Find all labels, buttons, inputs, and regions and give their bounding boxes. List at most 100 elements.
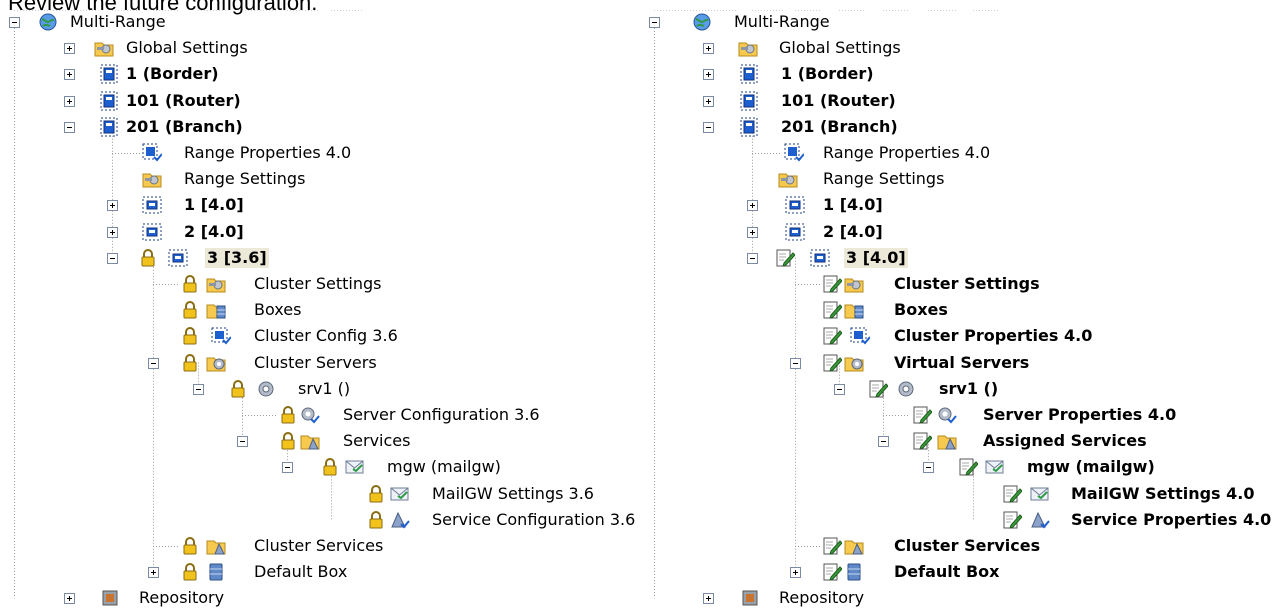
tree-node[interactable]: Boxes <box>892 298 950 322</box>
tree-node[interactable]: Service Configuration 3.6 <box>430 508 637 532</box>
collapse-toggle[interactable] <box>703 121 714 133</box>
expand-toggle[interactable] <box>747 200 758 212</box>
tree-node-label: Services <box>343 431 411 451</box>
tree-node[interactable]: Global Settings <box>777 36 903 60</box>
collapse-toggle[interactable] <box>878 436 889 448</box>
tree-node[interactable]: Default Box <box>252 560 349 584</box>
edit-icon <box>775 248 795 268</box>
tree-node[interactable]: Cluster Config 3.6 <box>252 324 400 348</box>
collapse-toggle[interactable] <box>107 252 118 264</box>
tree-node[interactable]: Repository <box>777 586 866 610</box>
collapse-toggle[interactable] <box>747 252 758 264</box>
tree-node[interactable]: 101 (Router) <box>779 89 898 113</box>
services-folder-icon <box>937 431 957 451</box>
tree-node[interactable]: 1 (Border) <box>779 62 876 86</box>
lock-icon <box>320 457 340 477</box>
tree-node-label: 1 [4.0] <box>823 195 883 215</box>
tree-node[interactable]: Cluster Services <box>892 534 1042 558</box>
tree-node[interactable]: 201 (Branch) <box>124 115 245 139</box>
tree-node[interactable]: Range Properties 4.0 <box>821 141 992 165</box>
tree-node-label: Assigned Services <box>983 431 1147 451</box>
collapse-toggle[interactable] <box>790 357 801 369</box>
tree-node[interactable]: Server Configuration 3.6 <box>341 403 542 427</box>
edit-icon <box>822 536 842 556</box>
tree-node[interactable]: Global Settings <box>124 36 250 60</box>
right-config-tree: Multi-Range Global Settings 1 (Border) 101 … <box>640 10 1286 610</box>
collapse-toggle[interactable] <box>148 357 159 369</box>
tree-node-label: 3 [3.6] <box>205 247 269 268</box>
tree-node[interactable]: mgw (mailgw) <box>385 455 503 479</box>
tree-node[interactable]: Range Settings <box>821 167 946 191</box>
tree-node-label: Default Box <box>894 562 1000 582</box>
tree-node[interactable]: 1 [4.0] <box>182 193 246 217</box>
tree-node-label: mgw (mailgw) <box>387 457 501 477</box>
expand-toggle[interactable] <box>107 226 118 238</box>
tree-node[interactable]: 3 [4.0] <box>844 246 908 270</box>
collapse-toggle[interactable] <box>64 121 75 133</box>
tree-node[interactable]: Cluster Properties 4.0 <box>892 324 1094 348</box>
expand-toggle[interactable] <box>64 43 75 55</box>
tree-node-label: Cluster Properties 4.0 <box>894 326 1093 346</box>
tree-node[interactable]: 1 [4.0] <box>821 193 885 217</box>
tree-node-label: 201 (Branch) <box>126 116 243 136</box>
lock-icon <box>180 536 200 556</box>
tree-node-label: MailGW Settings 3.6 <box>432 483 594 503</box>
tree-node[interactable]: Server Properties 4.0 <box>981 403 1178 427</box>
tree-node[interactable]: MailGW Settings 4.0 <box>1069 482 1256 506</box>
tree-node[interactable]: Boxes <box>252 298 303 322</box>
collapse-toggle[interactable] <box>834 383 845 395</box>
tree-node[interactable]: Repository <box>137 586 226 610</box>
expand-toggle[interactable] <box>703 69 714 81</box>
tree-node-label: Repository <box>779 588 865 608</box>
tree-node[interactable]: 3 [3.6] <box>205 246 269 270</box>
expand-toggle[interactable] <box>747 226 758 238</box>
tree-node[interactable]: Assigned Services <box>981 429 1149 453</box>
expand-toggle[interactable] <box>148 567 159 579</box>
tree-node-label: 1 [4.0] <box>184 195 244 215</box>
tree-node[interactable]: srv1 () <box>937 377 1000 401</box>
tree-node[interactable]: Cluster Settings <box>892 272 1042 296</box>
range-icon <box>99 117 119 137</box>
tree-node-label: Global Settings <box>779 38 901 58</box>
expand-toggle[interactable] <box>790 567 801 579</box>
tree-node[interactable]: Range Settings <box>182 167 307 191</box>
expand-toggle[interactable] <box>703 95 714 107</box>
collapse-toggle[interactable] <box>649 17 660 28</box>
collapse-toggle[interactable] <box>9 17 20 28</box>
collapse-toggle[interactable] <box>282 462 293 474</box>
tree-node[interactable]: Default Box <box>892 560 1002 584</box>
tree-node[interactable]: Multi-Range <box>732 10 832 34</box>
tree-node[interactable]: mgw (mailgw) <box>1025 455 1157 479</box>
expand-toggle[interactable] <box>64 95 75 107</box>
expand-toggle[interactable] <box>64 593 75 605</box>
expand-toggle[interactable] <box>107 200 118 212</box>
tree-node[interactable]: 201 (Branch) <box>779 115 900 139</box>
expand-toggle[interactable] <box>703 593 714 605</box>
tree-node-label: Range Properties 4.0 <box>823 143 991 162</box>
tree-node[interactable]: 2 [4.0] <box>182 220 246 244</box>
tree-node[interactable]: Cluster Servers <box>252 351 379 375</box>
edit-icon <box>822 274 842 294</box>
tree-node[interactable]: 2 [4.0] <box>821 220 885 244</box>
tree-node-label: 2 [4.0] <box>823 221 883 241</box>
collapse-toggle[interactable] <box>923 462 934 474</box>
tree-node[interactable]: MailGW Settings 3.6 <box>430 482 596 506</box>
servers-folder-icon <box>206 353 226 373</box>
tree-node[interactable]: Multi-Range <box>68 10 168 34</box>
expand-toggle[interactable] <box>703 43 714 55</box>
tree-node[interactable]: Services <box>341 429 412 453</box>
expand-toggle[interactable] <box>64 69 75 81</box>
tree-node[interactable]: Cluster Settings <box>252 272 384 296</box>
tree-node[interactable]: Virtual Servers <box>892 351 1031 375</box>
tree-node[interactable]: Service Properties 4.0 <box>1069 508 1273 532</box>
collapse-toggle[interactable] <box>237 436 248 448</box>
tree-node[interactable]: srv1 () <box>296 377 352 401</box>
edit-icon <box>822 326 842 346</box>
tree-node-label: Service Properties 4.0 <box>1071 509 1272 529</box>
collapse-toggle[interactable] <box>193 383 204 395</box>
tree-node[interactable]: 1 (Border) <box>124 62 221 86</box>
tree-node[interactable]: Range Properties 4.0 <box>182 141 353 165</box>
tree-node[interactable]: Cluster Services <box>252 534 385 558</box>
range-icon <box>739 64 759 84</box>
tree-node[interactable]: 101 (Router) <box>124 89 243 113</box>
